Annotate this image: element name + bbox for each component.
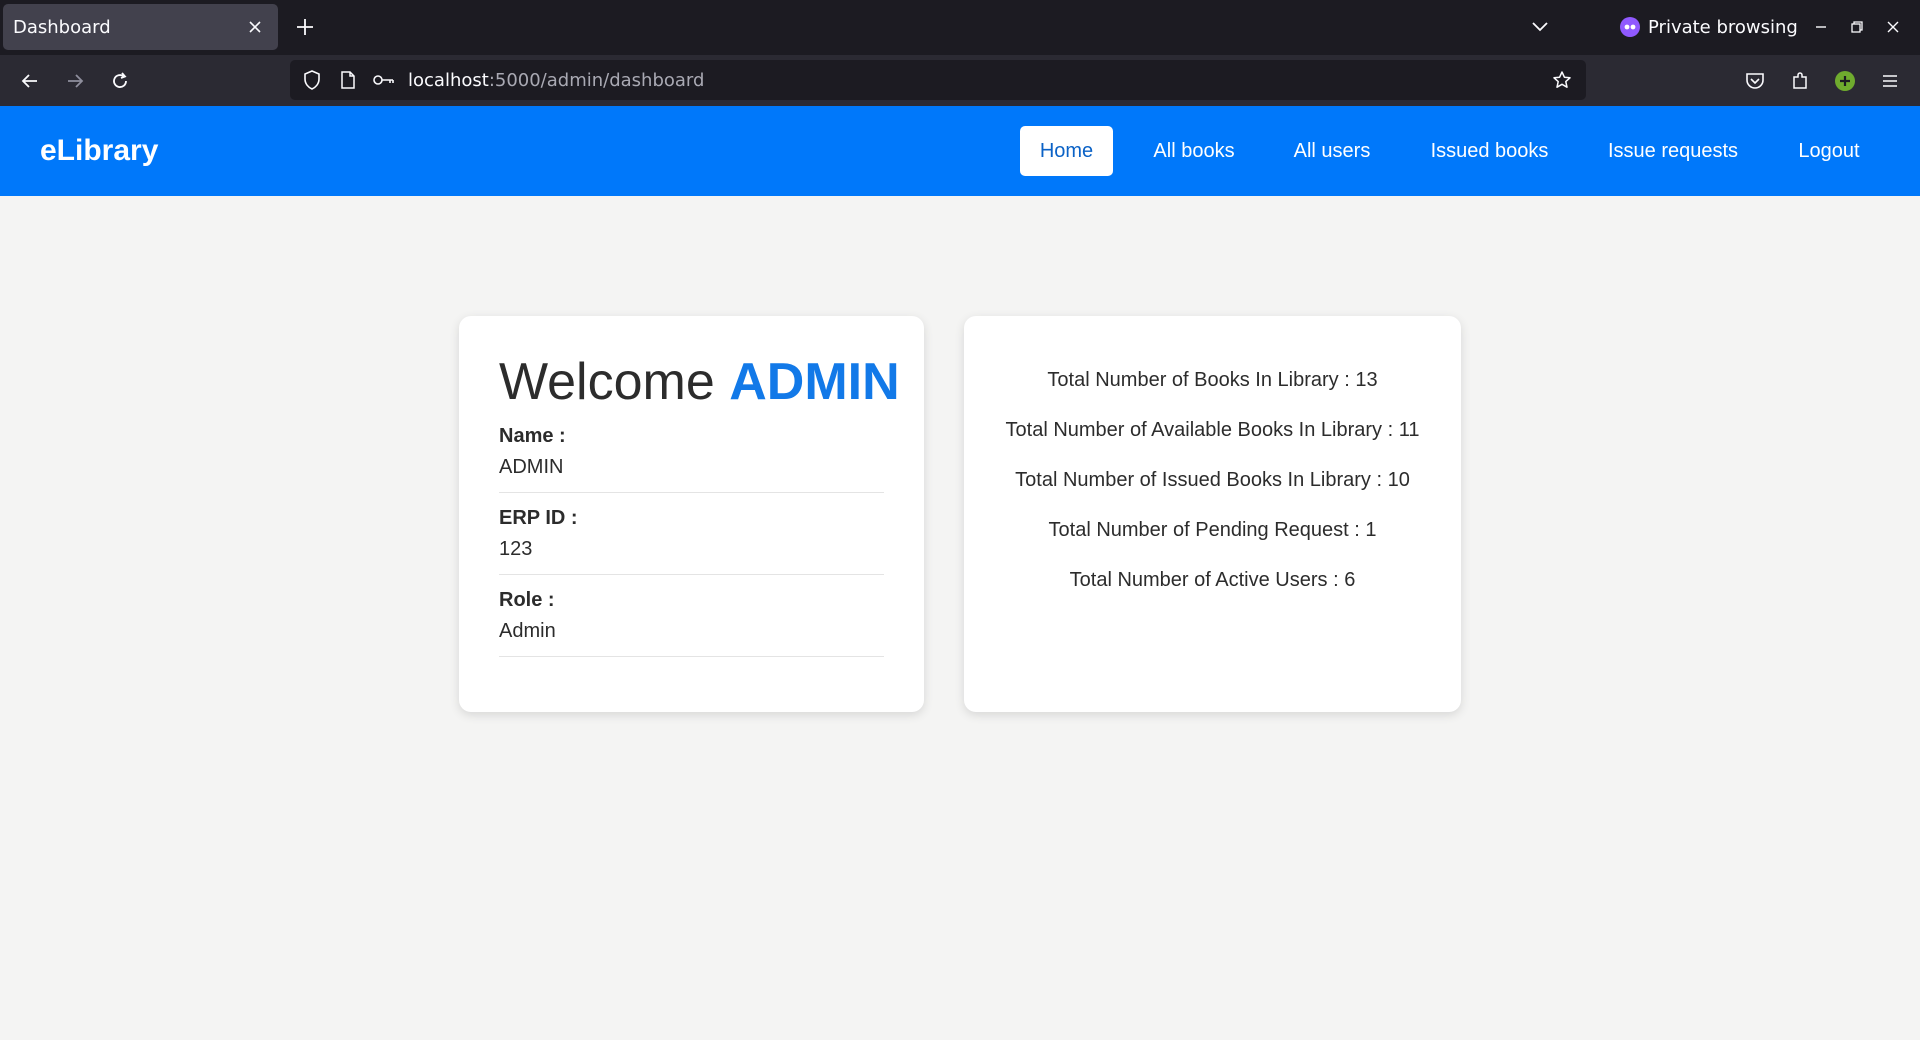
nav-all-books[interactable]: All books [1138, 126, 1250, 176]
profile-field-name: Name : ADMIN [499, 425, 884, 494]
profile-field-erp-id: ERP ID : 123 [499, 507, 884, 576]
nav-issue-requests[interactable]: Issue requests [1597, 126, 1749, 176]
nav-issued-books[interactable]: Issued books [1418, 126, 1561, 176]
nav-home[interactable]: Home [1020, 126, 1113, 176]
nav-logout[interactable]: Logout [1784, 126, 1874, 176]
minimize-icon[interactable] [1806, 12, 1836, 42]
stat-active-users: Total Number of Active Users : 6 [1069, 569, 1356, 591]
url-path: :5000/admin/dashboard [488, 69, 705, 91]
tab-title: Dashboard [13, 16, 111, 38]
stat-available-books: Total Number of Available Books In Libra… [1005, 419, 1420, 441]
private-browsing-indicator: Private browsing [1620, 12, 1798, 42]
browser-nav-bar: localhost:5000/admin/dashboard [0, 55, 1920, 106]
url-bar[interactable]: localhost:5000/admin/dashboard [290, 60, 1586, 100]
forward-icon[interactable] [57, 63, 93, 99]
menu-icon[interactable] [1872, 63, 1908, 99]
brand-logo[interactable]: eLibrary [40, 134, 158, 168]
profile-card: Welcome ADMIN Name : ADMIN ERP ID : 123 … [459, 316, 924, 712]
stats-list: Total Number of Books In Library : 13 To… [964, 316, 1461, 618]
url-text[interactable]: localhost:5000/admin/dashboard [408, 70, 704, 91]
mask-icon [1620, 17, 1640, 37]
welcome-prefix: Welcome [499, 353, 715, 411]
reload-icon[interactable] [102, 63, 138, 99]
close-window-icon[interactable] [1878, 12, 1908, 42]
chevron-down-icon[interactable] [1525, 14, 1555, 40]
profile-field-role: Role : Admin [499, 589, 884, 658]
addon-icon[interactable] [1827, 63, 1863, 99]
browser-tab-bar: Dashboard Private browsing [0, 0, 1920, 55]
field-value: Admin [499, 620, 556, 643]
extensions-icon[interactable] [1782, 63, 1818, 99]
field-value: ADMIN [499, 456, 564, 479]
url-host: localhost [408, 69, 489, 91]
plus-icon[interactable] [290, 12, 320, 42]
stat-pending-requests: Total Number of Pending Request : 1 [1048, 519, 1377, 541]
browser-tab[interactable]: Dashboard [3, 4, 278, 50]
stat-total-books: Total Number of Books In Library : 13 [1047, 369, 1378, 391]
key-icon[interactable] [366, 62, 402, 98]
nav-all-users[interactable]: All users [1283, 126, 1381, 176]
shield-icon[interactable] [294, 62, 330, 98]
stats-card: Total Number of Books In Library : 13 To… [964, 316, 1461, 712]
welcome-name: ADMIN [729, 353, 900, 411]
field-label: ERP ID : [499, 507, 578, 530]
star-icon[interactable] [1544, 62, 1580, 98]
private-browsing-label: Private browsing [1648, 16, 1798, 38]
page-icon[interactable] [330, 62, 366, 98]
pocket-icon[interactable] [1737, 63, 1773, 99]
stat-issued-books: Total Number of Issued Books In Library … [1015, 469, 1410, 491]
back-icon[interactable] [12, 63, 48, 99]
field-value: 123 [499, 538, 533, 561]
close-icon[interactable] [242, 14, 268, 40]
welcome-heading: Welcome ADMIN [499, 353, 900, 411]
restore-icon[interactable] [1842, 12, 1872, 42]
app-navbar: eLibrary Home All books All users Issued… [0, 106, 1920, 196]
field-label: Name : [499, 425, 566, 448]
field-label: Role : [499, 589, 555, 612]
